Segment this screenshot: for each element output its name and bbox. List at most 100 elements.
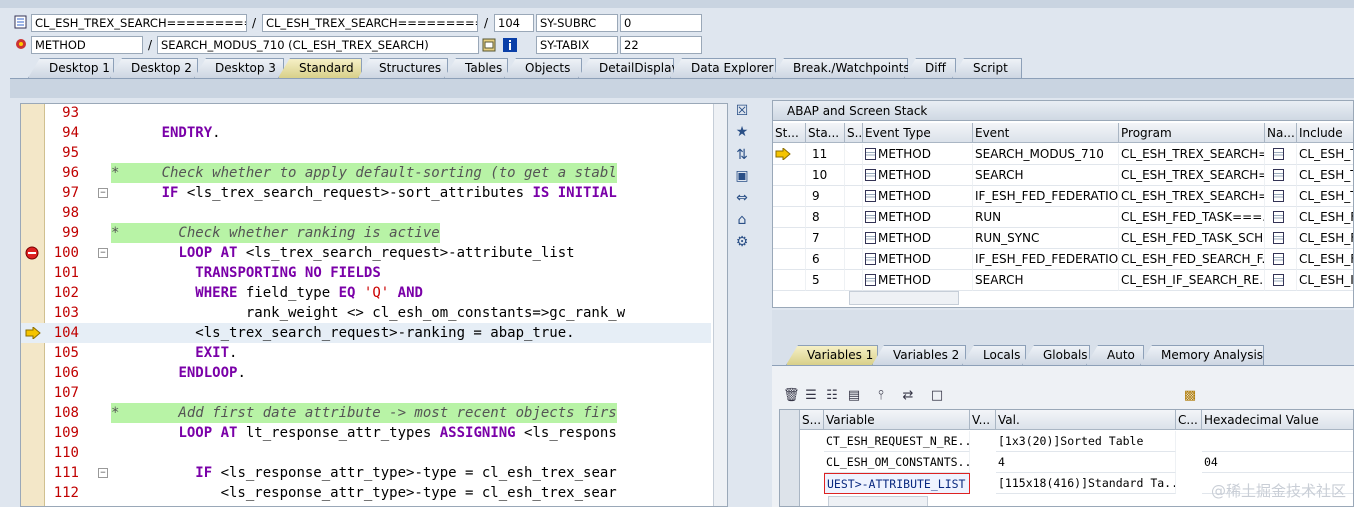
stack-source-cell[interactable]: [845, 207, 863, 228]
stack-level-cell[interactable]: 5: [806, 270, 845, 291]
stack-event-type-cell[interactable]: METHOD: [863, 249, 973, 270]
include-field[interactable]: CL_ESH_TREX_SEARCH===========...: [262, 14, 478, 32]
stack-nav-cell[interactable]: [1265, 270, 1297, 291]
source-editor[interactable]: 93 94 ENDTRY. 95 96 * Check whether to apply…: [20, 103, 728, 507]
stack-level-cell[interactable]: 10: [806, 165, 845, 186]
stack-column-header[interactable]: Event Type: [863, 123, 973, 143]
display-source-icon[interactable]: [482, 38, 496, 52]
resize-icon[interactable]: ⇔: [734, 190, 750, 206]
stack-include-cell[interactable]: CL_ESH_IF: [1297, 270, 1353, 291]
tab-detail-display[interactable]: DetailDisplay: [578, 58, 674, 78]
stack-nav-cell[interactable]: [1265, 165, 1297, 186]
code-line[interactable]: 100 − LOOP AT <ls_trex_search_request>-at…: [21, 243, 711, 263]
stack-nav-cell[interactable]: [1265, 207, 1297, 228]
tab-objects[interactable]: Objects: [504, 58, 582, 78]
variables-column-header[interactable]: Val.: [996, 410, 1176, 430]
stack-level-cell[interactable]: 8: [806, 207, 845, 228]
new-tool-icon[interactable]: ★: [734, 124, 750, 140]
variable-name-input[interactable]: UEST>-ATTRIBUTE_LIST: [824, 473, 970, 494]
code-line[interactable]: 106 ENDLOOP.: [21, 363, 711, 383]
stack-program-cell[interactable]: CL_ESH_FED_TASK===...: [1119, 207, 1265, 228]
tab-diff[interactable]: Diff: [904, 58, 956, 78]
services-icon[interactable]: ⌂: [734, 212, 750, 228]
stack-current-cell[interactable]: [773, 165, 806, 186]
stack-source-cell[interactable]: [845, 270, 863, 291]
save-list-icon[interactable]: ▤: [846, 388, 862, 404]
stack-current-cell[interactable]: [773, 270, 806, 291]
stack-event-cell[interactable]: IF_ESH_FED_FEDERATIO...: [973, 186, 1119, 207]
stack-event-type-cell[interactable]: METHOD: [863, 165, 973, 186]
stack-horizontal-scrollbar[interactable]: [849, 291, 959, 305]
stack-event-type-cell[interactable]: METHOD: [863, 186, 973, 207]
stack-column-header[interactable]: Na...: [1265, 123, 1297, 143]
stack-include-cell[interactable]: CL_ESH_F: [1297, 207, 1353, 228]
stack-level-cell[interactable]: 7: [806, 228, 845, 249]
sysvar-name-2[interactable]: SY-TABIX: [536, 36, 618, 54]
row-selector-column[interactable]: [780, 410, 800, 506]
code-line[interactable]: 110: [21, 443, 711, 463]
stack-column-header[interactable]: S...: [845, 123, 863, 143]
stack-level-cell[interactable]: 9: [806, 186, 845, 207]
tab-desktop-1[interactable]: Desktop 1: [28, 58, 114, 78]
code-line[interactable]: 97 − IF <ls_trex_search_request>-sort_att…: [21, 183, 711, 203]
tab-memory-analysis[interactable]: Memory Analysis: [1140, 345, 1264, 365]
code-line[interactable]: 93: [21, 104, 711, 123]
stack-column-header[interactable]: Program: [1119, 123, 1265, 143]
method-field[interactable]: SEARCH_MODUS_710 (CL_ESH_TREX_SEARCH): [157, 36, 479, 54]
stack-column-header[interactable]: St...: [773, 123, 806, 143]
detail-icon[interactable]: ☷: [824, 388, 840, 404]
stack-source-cell[interactable]: [845, 165, 863, 186]
variables-horizontal-scrollbar[interactable]: [828, 496, 928, 506]
stack-nav-cell[interactable]: [1265, 144, 1297, 165]
save-icon[interactable]: ▩: [1182, 388, 1198, 404]
tab-data-explorer[interactable]: Data Explorer: [670, 58, 776, 78]
transfer-icon[interactable]: ⇄: [900, 388, 916, 404]
tab-script[interactable]: Script: [952, 58, 1022, 78]
navigate-icon[interactable]: [1273, 190, 1284, 202]
type-field[interactable]: METHOD: [31, 36, 143, 54]
stack-program-cell[interactable]: CL_ESH_IF_SEARCH_RE...: [1119, 270, 1265, 291]
variable-value-cell[interactable]: [115x18(416)]Standard Ta...: [996, 473, 1176, 494]
stack-source-cell[interactable]: [845, 228, 863, 249]
code-line[interactable]: 98: [21, 203, 711, 223]
variables-column-header[interactable]: C...: [1176, 410, 1202, 430]
stack-include-cell[interactable]: CL_ESH_T: [1297, 144, 1353, 165]
code-line[interactable]: 99 * Check whether ranking is active: [21, 223, 711, 243]
tab-standard[interactable]: Standard: [278, 58, 362, 78]
code-line[interactable]: 94 ENDTRY.: [21, 123, 711, 143]
code-line[interactable]: 101 TRANSPORTING NO FIELDS: [21, 263, 711, 283]
tab-variables-2[interactable]: Variables 2: [872, 345, 966, 365]
code-line[interactable]: 108 * Add first date attribute -> most re…: [21, 403, 711, 423]
folder-icon[interactable]: □: [929, 388, 945, 404]
stack-event-type-cell[interactable]: METHOD: [863, 207, 973, 228]
variable-name-input[interactable]: CL_ESH_OM_CONSTANTS...: [824, 452, 970, 473]
stack-event-cell[interactable]: IF_ESH_FED_FEDERATIO...: [973, 249, 1119, 270]
stack-source-cell[interactable]: [845, 144, 863, 165]
tab-desktop-2[interactable]: Desktop 2: [110, 58, 198, 78]
stack-column-header[interactable]: Sta...: [806, 123, 845, 143]
stack-source-cell[interactable]: [845, 249, 863, 270]
variables-column-header[interactable]: Hexadecimal Value: [1202, 410, 1353, 430]
code-line[interactable]: 102 WHERE field_type EQ 'Q' AND: [21, 283, 711, 303]
tab-structures[interactable]: Structures: [358, 58, 448, 78]
stack-include-cell[interactable]: CL_ESH_T: [1297, 165, 1353, 186]
stack-program-cell[interactable]: CL_ESH_TREX_SEARCH=...: [1119, 186, 1265, 207]
navigate-icon[interactable]: [1273, 274, 1284, 286]
navigate-icon[interactable]: [1273, 232, 1284, 244]
info-icon[interactable]: [503, 38, 517, 52]
stack-event-cell[interactable]: SEARCH: [973, 270, 1119, 291]
fold-toggle[interactable]: −: [98, 188, 108, 198]
delete-icon[interactable]: 🗑: [783, 388, 800, 404]
code-line[interactable]: 107: [21, 383, 711, 403]
stack-source-cell[interactable]: [845, 186, 863, 207]
stack-event-type-cell[interactable]: METHOD: [863, 270, 973, 291]
fold-toggle[interactable]: −: [98, 468, 108, 478]
variables-column-header[interactable]: V...: [970, 410, 996, 430]
code-line[interactable]: 103 rank_weight <> cl_esh_om_constants=>…: [21, 303, 711, 323]
variable-value-cell[interactable]: [1x3(20)]Sorted Table: [996, 431, 1176, 452]
navigate-icon[interactable]: [1273, 211, 1284, 223]
close-icon[interactable]: ☒: [734, 103, 750, 119]
tab-tables[interactable]: Tables: [444, 58, 508, 78]
code-line[interactable]: 111 − IF <ls_response_attr_type>-type = c…: [21, 463, 711, 483]
line-field[interactable]: 104: [494, 14, 534, 32]
